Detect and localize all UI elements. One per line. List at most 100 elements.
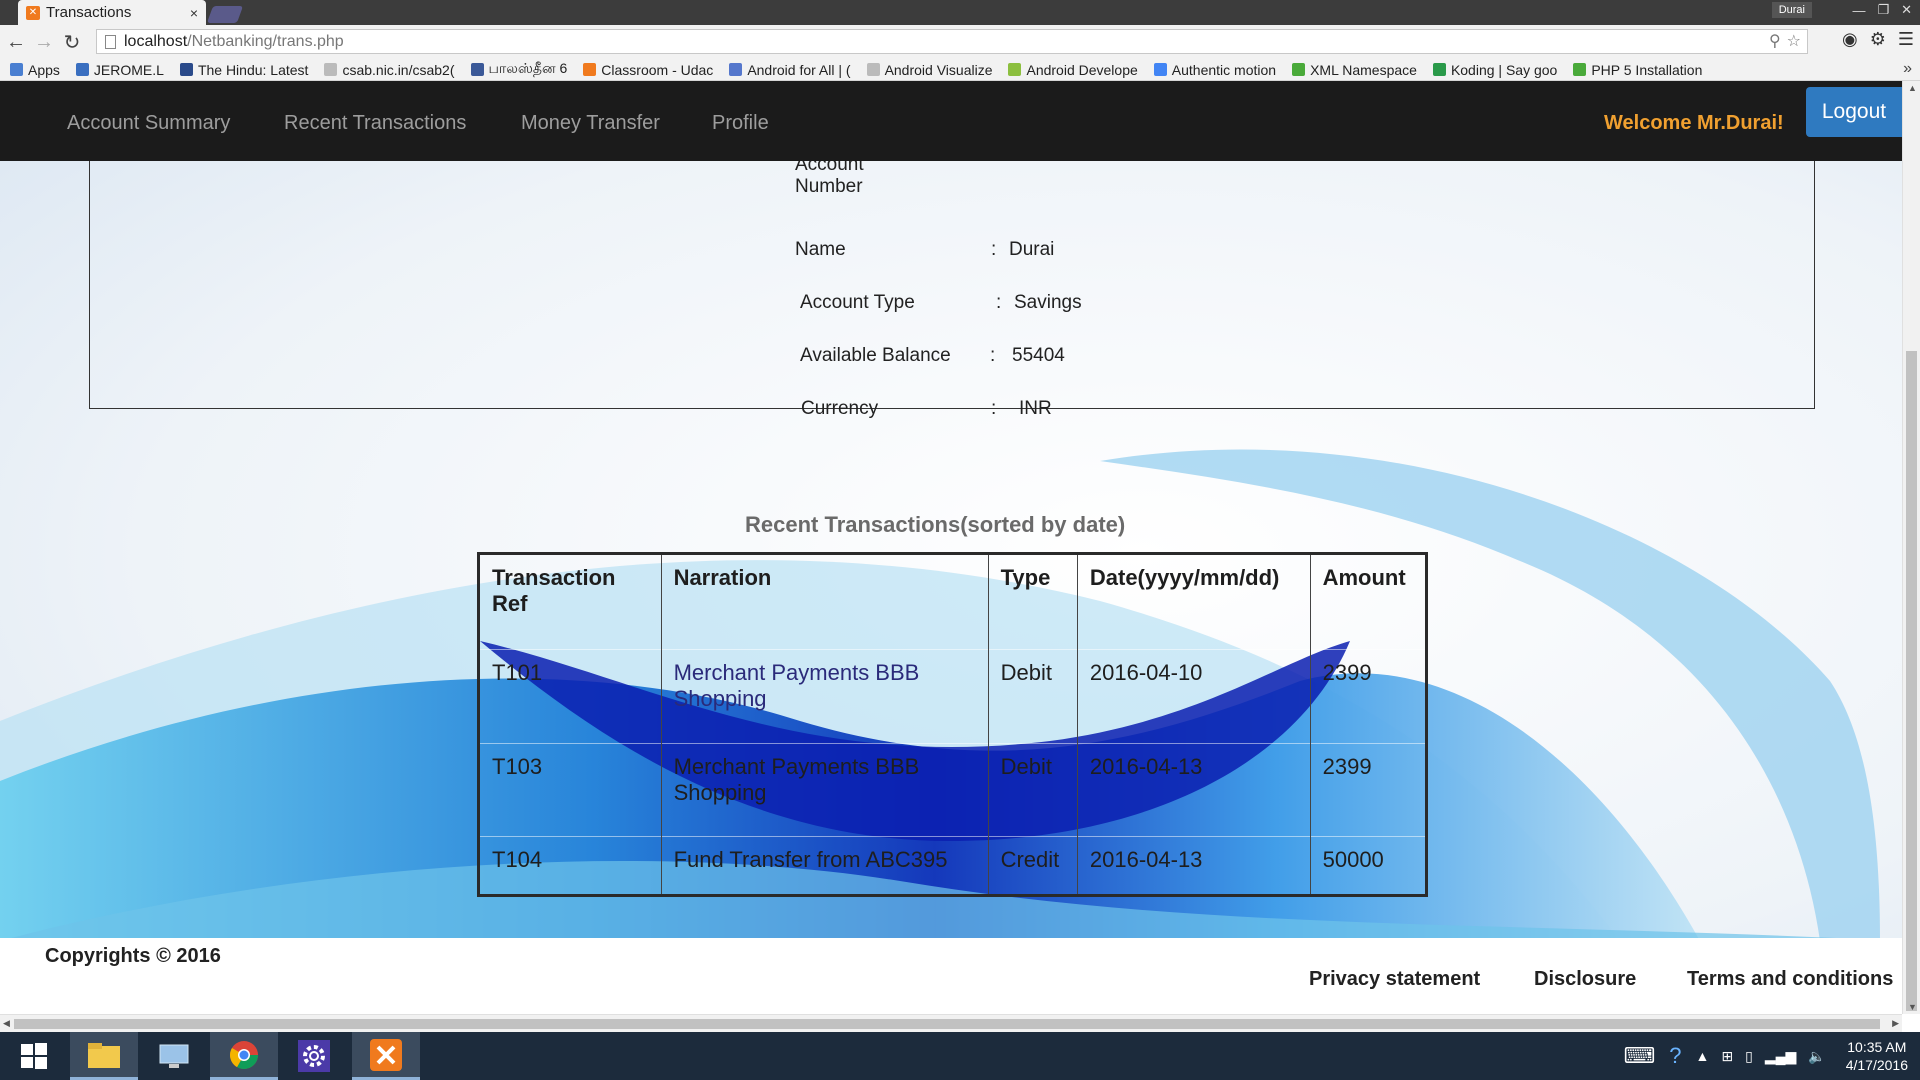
name-label: Name: [795, 239, 846, 260]
welcome-message: Welcome Mr.Durai!: [1604, 112, 1784, 134]
close-window-icon[interactable]: ✕: [1901, 2, 1912, 18]
bookmark-item[interactable]: PHP 5 Installation: [1573, 62, 1702, 78]
settings-gear-icon: [298, 1040, 330, 1072]
bookmark-item[interactable]: Classroom - Udac: [583, 62, 713, 78]
separator: :: [990, 345, 996, 366]
nav-money-transfer[interactable]: Money Transfer: [521, 112, 660, 135]
nav-recent-transactions[interactable]: Recent Transactions: [284, 112, 466, 135]
nav-profile[interactable]: Profile: [712, 112, 769, 135]
separator: :: [996, 292, 1002, 313]
cell-amount: 2399: [1309, 648, 1427, 744]
new-tab-button[interactable]: [206, 6, 244, 23]
bookmark-item[interactable]: The Hindu: Latest: [179, 61, 309, 78]
folder-icon: [88, 1042, 120, 1068]
minimize-icon[interactable]: —: [1852, 3, 1865, 18]
bookmark-item[interactable]: Koding | Say goo: [1432, 62, 1557, 78]
computer-icon: [159, 1044, 189, 1068]
horizontal-scrollbar[interactable]: ◀ ▶: [0, 1014, 1902, 1032]
url-path: /Netbanking/trans.php: [187, 32, 344, 50]
network-signal-icon[interactable]: ▂▄▆: [1765, 1048, 1796, 1065]
table-header-row: Transaction Ref Narration Type Date(yyyy…: [479, 553, 1427, 650]
bookmark-item[interactable]: csab.nic.in/csab2(: [324, 62, 455, 78]
balance-label: Available Balance: [800, 345, 951, 366]
system-clock[interactable]: 10:35 AM 4/17/2016: [1846, 1038, 1908, 1074]
show-hidden-icons-icon[interactable]: ▲: [1696, 1048, 1710, 1064]
scroll-up-icon[interactable]: ▲: [1908, 83, 1917, 93]
help-icon[interactable]: ?: [1669, 1043, 1681, 1069]
bookmark-star-icon[interactable]: ☆: [1787, 31, 1801, 51]
bookmark-favicon-icon: [179, 63, 193, 76]
tab-transactions[interactable]: ✕ Transactions ×: [18, 0, 206, 25]
balance-value: 55404: [1012, 345, 1065, 366]
privacy-statement-link[interactable]: Privacy statement: [1309, 968, 1480, 991]
bookmark-favicon-icon: [75, 63, 89, 76]
logout-button[interactable]: Logout: [1806, 87, 1902, 137]
bookmark-label: PHP 5 Installation: [1591, 61, 1703, 78]
header-narration: Narration: [660, 553, 989, 650]
separator: :: [991, 239, 997, 260]
bookmark-item[interactable]: Android Visualize: [866, 62, 992, 78]
bookmark-item[interactable]: JEROME.L: [75, 61, 164, 78]
horizontal-scroll-thumb[interactable]: [14, 1019, 1880, 1029]
cell-type: Debit: [987, 648, 1078, 744]
bookmark-item[interactable]: பாலஸ்தீன 6: [470, 60, 567, 79]
bookmark-label: Authentic motion: [1171, 61, 1277, 78]
tab-close-icon[interactable]: ×: [190, 5, 198, 21]
phone-icon[interactable]: ▯: [1745, 1048, 1753, 1065]
reload-icon[interactable]: ↻: [60, 30, 84, 54]
clock-time: 10:35 AM: [1847, 1039, 1907, 1055]
currency-label: Currency: [801, 398, 879, 419]
disclosure-link[interactable]: Disclosure: [1534, 968, 1636, 991]
vertical-scrollbar[interactable]: ▲ ▼: [1902, 81, 1920, 1014]
bookmark-item[interactable]: Android Develope: [1008, 61, 1138, 78]
bookmark-favicon-icon: [1008, 63, 1022, 76]
address-bar[interactable]: localhost/Netbanking/trans.php ⚲ ☆: [96, 29, 1808, 54]
cell-ref: T101: [478, 648, 662, 744]
control-panel-taskbar-button[interactable]: [140, 1032, 208, 1080]
nav-account-summary[interactable]: Account Summary: [67, 112, 230, 135]
zoom-icon[interactable]: ⚲: [1769, 31, 1781, 51]
cell-type: Credit: [987, 836, 1078, 896]
bookmarks-bar: Apps JEROME.L The Hindu: Latest csab.nic.in…: [0, 59, 1920, 81]
windows-flag-icon[interactable]: ⊞: [1721, 1048, 1733, 1065]
xampp-taskbar-button[interactable]: [352, 1032, 420, 1080]
file-explorer-taskbar-button[interactable]: [70, 1032, 138, 1080]
window-user-badge[interactable]: Durai: [1771, 2, 1812, 18]
keyboard-icon[interactable]: ⌨: [1623, 1043, 1655, 1069]
scroll-left-icon[interactable]: ◀: [3, 1018, 10, 1029]
volume-icon[interactable]: 🔈: [1808, 1048, 1825, 1065]
browser-tabstrip: ✕ Transactions × Durai — ❐ ✕: [0, 0, 1920, 25]
page-footer: Copyrights © 2016 Privacy statement Disc…: [0, 938, 1902, 1014]
start-button[interactable]: [0, 1032, 68, 1080]
bookmark-favicon-icon: [1153, 63, 1167, 76]
table-row: T101 Merchant Payments BBB Shopping Debi…: [478, 648, 1427, 744]
chrome-taskbar-button[interactable]: [210, 1032, 278, 1080]
extension-icon-2[interactable]: ⚙: [1870, 29, 1886, 50]
terms-link[interactable]: Terms and conditions: [1687, 968, 1893, 991]
bookmark-label: JEROME.L: [93, 61, 164, 78]
bookmark-label: The Hindu: Latest: [197, 61, 309, 78]
cell-amount: 2399: [1309, 742, 1427, 837]
settings-taskbar-button[interactable]: [280, 1032, 348, 1080]
chrome-menu-icon[interactable]: ☰: [1898, 29, 1914, 50]
separator: :: [991, 398, 997, 419]
transactions-title: Recent Transactions(sorted by date): [745, 512, 1126, 537]
bookmark-label: Android Develope: [1026, 61, 1138, 78]
vertical-scroll-thumb[interactable]: [1906, 351, 1917, 1011]
bookmark-apps[interactable]: Apps: [10, 62, 60, 78]
back-icon[interactable]: ←: [4, 30, 28, 54]
bookmark-item[interactable]: XML Namespace: [1292, 62, 1417, 78]
cell-date: 2016-04-13: [1076, 836, 1311, 896]
bookmark-item[interactable]: Android for All | (: [729, 62, 851, 78]
scroll-down-icon[interactable]: ▼: [1908, 1002, 1917, 1012]
windows-logo-icon: [21, 1043, 47, 1069]
bookmarks-overflow-icon[interactable]: »: [1903, 60, 1912, 78]
extension-icon[interactable]: ◉: [1842, 29, 1858, 50]
restore-icon[interactable]: ❐: [1877, 2, 1889, 18]
bookmark-item[interactable]: Authentic motion: [1153, 61, 1277, 78]
apps-grid-icon: [10, 63, 23, 76]
url-host: localhost: [124, 32, 188, 50]
scroll-right-icon[interactable]: ▶: [1892, 1018, 1899, 1029]
header-amount: Amount: [1309, 553, 1427, 650]
forward-icon[interactable]: →: [32, 30, 56, 54]
